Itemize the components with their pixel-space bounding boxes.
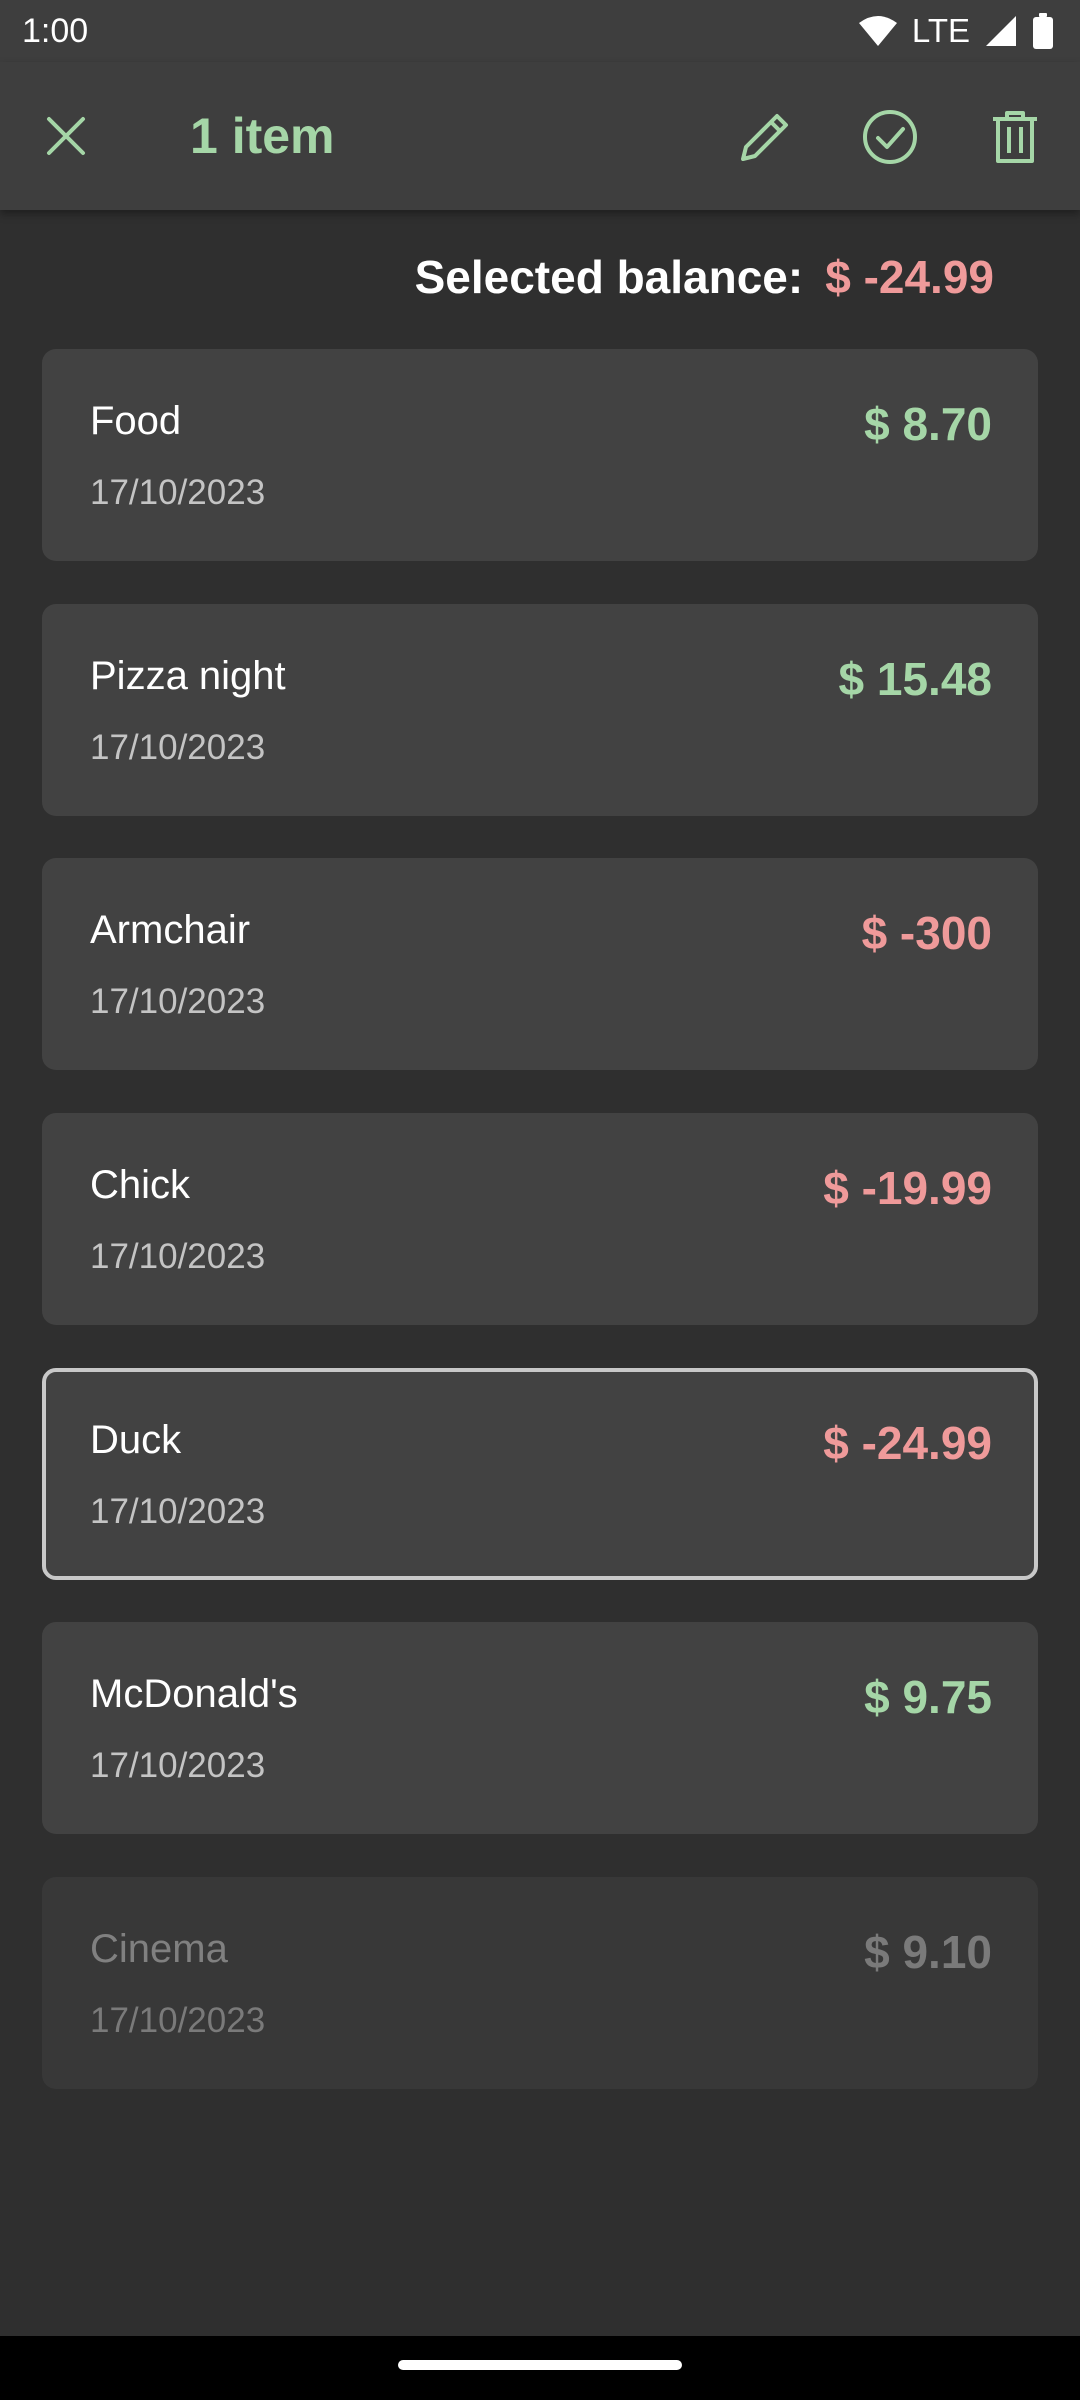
status-time: 1:00 <box>22 11 89 50</box>
selected-balance-label: Selected balance: <box>414 251 804 303</box>
transaction-name: Chick <box>90 1163 191 1207</box>
selection-count-title: 1 item <box>190 108 335 164</box>
transaction-amount: $ -300 <box>861 907 992 959</box>
transaction-card[interactable]: McDonald's 17/10/2023 $ 9.75 <box>42 1622 1038 1834</box>
status-icons: LTE <box>858 12 1054 50</box>
transaction-date: 17/10/2023 <box>90 982 266 1021</box>
transaction-date: 17/10/2023 <box>90 1492 266 1531</box>
delete-button[interactable] <box>980 102 1050 172</box>
close-selection-button[interactable] <box>34 104 98 168</box>
transaction-date: 17/10/2023 <box>90 2001 266 2040</box>
contextual-action-bar: 1 item <box>0 62 1080 210</box>
battery-icon <box>1032 13 1054 49</box>
transaction-name: Food <box>90 399 182 443</box>
transaction-amount: $ 15.48 <box>838 653 992 705</box>
pencil-icon <box>741 114 788 161</box>
home-gesture-handle[interactable] <box>398 2360 682 2370</box>
transaction-date: 17/10/2023 <box>90 728 266 767</box>
transaction-date: 17/10/2023 <box>90 1746 266 1785</box>
selected-balance-value: $ -24.99 <box>825 251 994 303</box>
selected-balance: Selected balance: $ -24.99 <box>415 250 994 304</box>
transaction-card[interactable]: Chick 17/10/2023 $ -19.99 <box>42 1113 1038 1325</box>
check-circle-icon <box>863 110 917 164</box>
cell-signal-icon <box>984 14 1018 48</box>
transaction-name: McDonald's <box>90 1672 298 1716</box>
transaction-date: 17/10/2023 <box>90 1237 266 1276</box>
transaction-amount: $ 9.10 <box>864 1926 992 1978</box>
status-bar: 1:00 LTE <box>0 0 1080 62</box>
wifi-icon <box>858 15 898 47</box>
close-icon <box>47 117 85 155</box>
system-navigation-bar <box>0 2336 1080 2400</box>
transaction-name: Duck <box>90 1418 182 1462</box>
transaction-name: Pizza night <box>90 654 286 698</box>
transaction-amount: $ 9.75 <box>864 1671 992 1723</box>
transaction-amount: $ 8.70 <box>864 398 992 450</box>
transaction-amount: $ -19.99 <box>823 1162 992 1214</box>
edit-button[interactable] <box>730 102 800 172</box>
transaction-amount: $ -24.99 <box>823 1417 992 1469</box>
transaction-name: Armchair <box>90 908 251 952</box>
transaction-date: 17/10/2023 <box>90 473 266 512</box>
transaction-card[interactable]: Armchair 17/10/2023 $ -300 <box>42 858 1038 1070</box>
trash-icon <box>993 111 1037 163</box>
transaction-card[interactable]: Food 17/10/2023 $ 8.70 <box>42 349 1038 561</box>
network-type-label: LTE <box>911 12 970 49</box>
mark-done-button[interactable] <box>855 102 925 172</box>
transaction-name: Cinema <box>90 1927 228 1971</box>
transaction-card-faded[interactable]: Cinema 17/10/2023 $ 9.10 <box>42 1877 1038 2089</box>
transaction-card-selected[interactable]: Duck 17/10/2023 $ -24.99 <box>42 1368 1038 1580</box>
transaction-card[interactable]: Pizza night 17/10/2023 $ 15.48 <box>42 604 1038 816</box>
